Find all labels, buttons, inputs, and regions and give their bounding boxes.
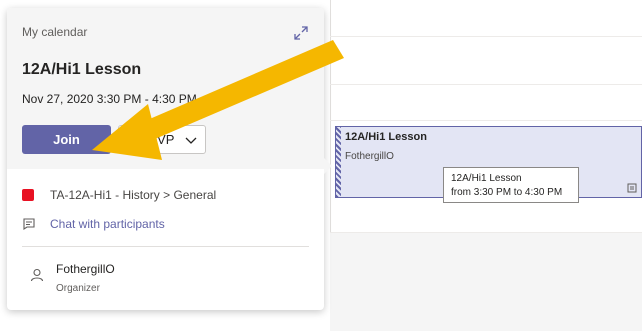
divider: [22, 246, 309, 247]
card-pointer: [324, 158, 332, 174]
meeting-details-card: My calendar 12A/Hi1 Lesson Nov 27, 2020 …: [7, 8, 332, 310]
tooltip-time: from 3:30 PM to 4:30 PM: [451, 187, 563, 198]
chat-icon: [23, 218, 35, 231]
expand-icon[interactable]: [293, 25, 309, 41]
calendar-grid-line: [330, 120, 642, 121]
event-title: 12A/Hi1 Lesson: [345, 131, 427, 143]
calendar-grid-line: [330, 232, 642, 233]
calendar-grid-line: [330, 36, 642, 37]
person-icon: [30, 268, 44, 282]
event-options-icon[interactable]: [627, 183, 637, 193]
rsvp-label: RSVP: [139, 132, 175, 147]
event-organizer: FothergillO: [345, 151, 394, 162]
channel-name: TA-12A-Hi1 - History > General: [50, 188, 217, 202]
event-stripe: [336, 127, 341, 197]
chevron-down-icon: [185, 137, 197, 144]
meeting-time: Nov 27, 2020 3:30 PM - 4:30 PM: [22, 92, 197, 106]
calendar-grid-line: [330, 84, 642, 85]
rsvp-button[interactable]: RSVP: [118, 125, 206, 154]
channel-link[interactable]: TA-12A-Hi1 - History > General: [22, 188, 216, 202]
calendar-label: My calendar: [22, 25, 88, 39]
chat-label: Chat with participants: [50, 217, 165, 231]
meeting-title: 12A/Hi1 Lesson: [22, 61, 142, 78]
chat-with-participants-link[interactable]: Chat with participants: [22, 217, 165, 231]
calendar-grid-shade: [330, 232, 642, 331]
event-tooltip: 12A/Hi1 Lesson from 3:30 PM to 4:30 PM: [443, 167, 579, 203]
organizer-name: FothergillO: [56, 262, 115, 276]
organizer-role: Organizer: [56, 283, 100, 294]
join-button[interactable]: Join: [22, 125, 111, 154]
tooltip-title: 12A/Hi1 Lesson: [451, 173, 522, 184]
team-channel-icon: [22, 189, 34, 201]
